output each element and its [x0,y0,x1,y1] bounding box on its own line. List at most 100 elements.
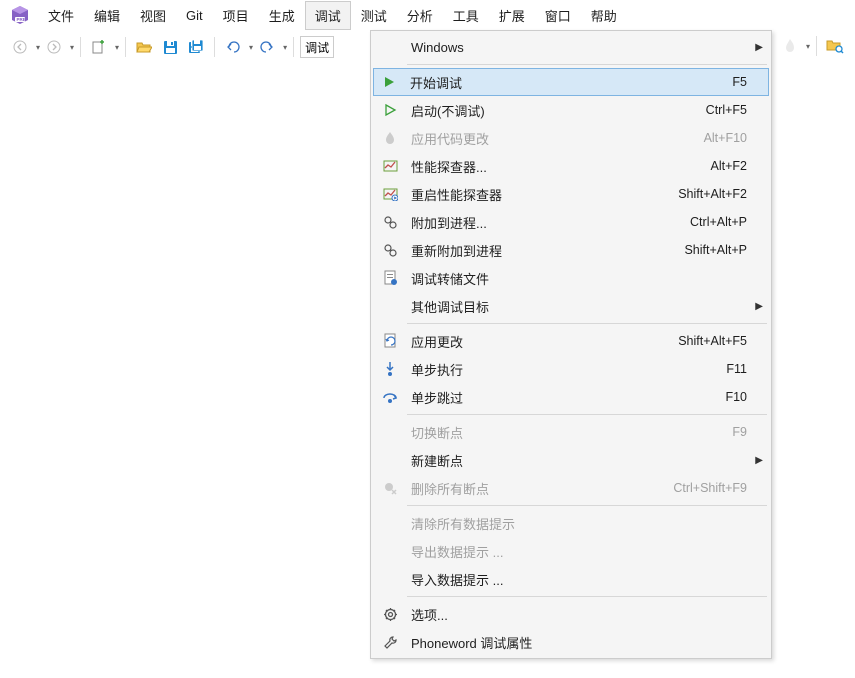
toolbar-separator [125,37,126,57]
menu-item-label: 其他调试目标 [403,297,765,316]
menu-item-label: 重启性能探查器 [403,185,678,204]
menu-item-shortcut: Shift+Alt+F5 [678,334,765,348]
menu-item-label: Phoneword 调试属性 [403,633,765,652]
menu-tools[interactable]: 工具 [443,1,489,30]
menu-item[interactable]: 附加到进程...Ctrl+Alt+P [373,208,769,236]
menu-item-shortcut: F5 [732,75,765,89]
redo-button[interactable] [255,35,279,59]
nav-back-button[interactable] [8,35,32,59]
dropdown-arrow-icon[interactable]: ▾ [806,42,810,51]
menu-help[interactable]: 帮助 [581,1,627,30]
menu-item[interactable]: 性能探查器...Alt+F2 [373,152,769,180]
menu-item-label: 选项... [403,605,765,624]
menu-view[interactable]: 视图 [130,1,176,30]
menu-item[interactable]: 调试转储文件 [373,264,769,292]
dropdown-arrow-icon[interactable]: ▾ [70,43,74,52]
menu-item: 导出数据提示 ... [373,537,769,565]
flame-icon [377,127,403,149]
menu-item[interactable]: 应用更改Shift+Alt+F5 [373,327,769,355]
menu-build[interactable]: 生成 [259,1,305,30]
menu-item[interactable]: 重启性能探查器Shift+Alt+F2 [373,180,769,208]
toolbar-separator [80,37,81,57]
menu-separator [407,64,767,65]
blank-icon [377,421,403,443]
config-combo[interactable]: 调试 [300,36,334,58]
submenu-arrow-icon: ▶ [755,301,763,312]
folder-search-icon[interactable] [823,34,847,58]
menu-item-label: 单步跳过 [403,388,725,407]
menu-extensions[interactable]: 扩展 [489,1,535,30]
dropdown-arrow-icon[interactable]: ▾ [249,43,253,52]
menu-item[interactable]: 开始调试F5 [373,68,769,96]
toolbar-separator [816,36,817,56]
save-button[interactable] [158,35,182,59]
toolbar-right: ▾ [778,34,847,58]
menu-separator [407,505,767,506]
menu-item-label: 附加到进程... [403,213,690,232]
menu-item[interactable]: 导入数据提示 ... [373,565,769,593]
menu-item[interactable]: 选项... [373,600,769,628]
save-all-button[interactable] [184,35,208,59]
step-over-icon [377,386,403,408]
menu-item: 清除所有数据提示 [373,509,769,537]
menu-item[interactable]: Windows▶ [373,33,769,61]
menu-window[interactable]: 窗口 [535,1,581,30]
menu-item[interactable]: 新建断点▶ [373,446,769,474]
menu-item-shortcut: F9 [732,425,765,439]
menu-item-label: 性能探查器... [403,157,711,176]
menu-item-label: 启动(不调试) [403,101,706,120]
gear-icon [377,603,403,625]
menu-item-shortcut: Ctrl+F5 [706,103,765,117]
dropdown-arrow-icon[interactable]: ▾ [115,43,119,52]
menu-item[interactable]: 单步执行F11 [373,355,769,383]
menu-item-label: 切换断点 [403,423,732,442]
config-combo-text: 调试 [305,39,329,56]
menu-item-label: 导出数据提示 ... [403,542,765,561]
menu-debug[interactable]: 调试 [305,1,351,30]
menu-analyze[interactable]: 分析 [397,1,443,30]
menu-project[interactable]: 项目 [213,1,259,30]
menu-item-shortcut: Ctrl+Alt+P [690,215,765,229]
step-into-icon [377,358,403,380]
menu-item-label: 新建断点 [403,451,765,470]
perf-restart-icon [377,183,403,205]
menu-item[interactable]: 单步跳过F10 [373,383,769,411]
menu-item-shortcut: F10 [725,390,765,404]
menu-item[interactable]: 启动(不调试)Ctrl+F5 [373,96,769,124]
debug-menu-dropdown: Windows▶开始调试F5启动(不调试)Ctrl+F5应用代码更改Alt+F1… [370,30,772,659]
nav-forward-button[interactable] [42,35,66,59]
menu-item[interactable]: Phoneword 调试属性 [373,628,769,656]
menu-git[interactable]: Git [176,3,213,28]
menu-item-label: 导入数据提示 ... [403,570,765,589]
menu-item-label: 删除所有断点 [403,479,673,498]
menu-item-shortcut: F11 [726,362,765,376]
blank-icon [377,36,403,58]
menu-item-label: 清除所有数据提示 [403,514,765,533]
blank-icon [377,540,403,562]
menu-item-label: 调试转储文件 [403,269,765,288]
menu-edit[interactable]: 编辑 [84,1,130,30]
flame-icon[interactable] [778,34,802,58]
menu-separator [407,414,767,415]
play-outline-icon [377,99,403,121]
toolbar-separator [293,37,294,57]
perf-icon [377,155,403,177]
new-item-button[interactable] [87,35,111,59]
menu-item-shortcut: Alt+F10 [704,131,765,145]
menu-item-label: 开始调试 [402,73,732,92]
menu-file[interactable]: 文件 [38,1,84,30]
dropdown-arrow-icon[interactable]: ▾ [36,43,40,52]
menubar: PRE 文件 编辑 视图 Git 项目 生成 调试 测试 分析 工具 扩展 窗口… [0,0,855,30]
attach-icon [377,239,403,261]
undo-button[interactable] [221,35,245,59]
dropdown-arrow-icon[interactable]: ▾ [283,43,287,52]
menu-item-label: 单步执行 [403,360,726,379]
menu-item[interactable]: 重新附加到进程Shift+Alt+P [373,236,769,264]
menu-item[interactable]: 其他调试目标▶ [373,292,769,320]
open-button[interactable] [132,35,156,59]
menu-item-shortcut: Shift+Alt+P [684,243,765,257]
menu-separator [407,323,767,324]
menu-test[interactable]: 测试 [351,1,397,30]
apply-icon [377,330,403,352]
menu-item-label: 重新附加到进程 [403,241,684,260]
